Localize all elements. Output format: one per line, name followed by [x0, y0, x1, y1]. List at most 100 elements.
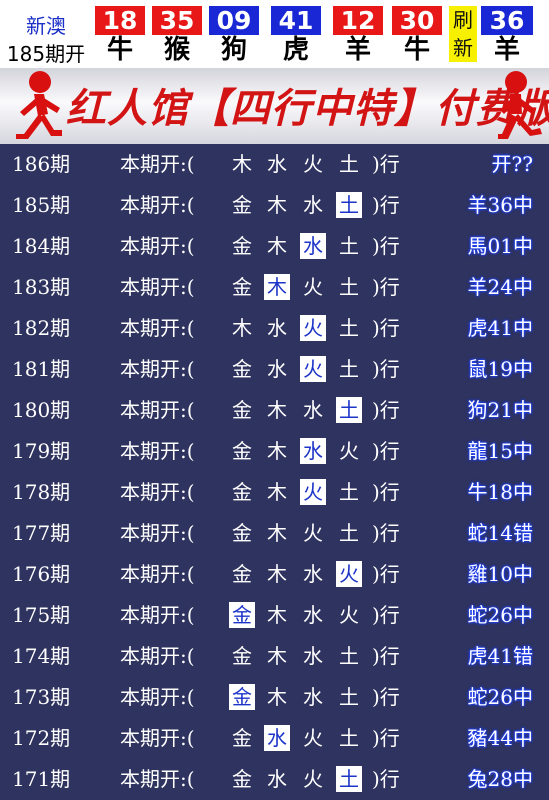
ball-zodiac: 羊 — [493, 35, 520, 65]
open-label: 本期开:( — [120, 562, 195, 586]
open-label: 本期开:( — [120, 685, 195, 709]
result-label: 龍15中 — [467, 439, 533, 463]
close-label: )行 — [372, 193, 400, 217]
table-row: 177期 本期开:(金木火土)行 蛇14错 — [0, 513, 549, 554]
refresh-label-bottom: 新 — [453, 36, 473, 60]
table-row: 171期 本期开:(金水火土)行 兔28中 — [0, 759, 549, 800]
close-label: )行 — [372, 316, 400, 340]
close-label: )行 — [372, 603, 400, 627]
table-row: 178期 本期开:(金木火土)行 牛18中 — [0, 472, 549, 513]
table-row: 181期 本期开:(金水火土)行 鼠19中 — [0, 349, 549, 390]
element-cell: 火 — [303, 521, 323, 545]
result-label: 豬44中 — [467, 726, 533, 750]
table-row: 184期 本期开:(金木水土)行 馬01中 — [0, 226, 549, 267]
element-cell: 金 — [232, 357, 252, 381]
element-cell: 火 — [339, 603, 359, 627]
banner-title: 红人馆【四行中特】付费版 — [66, 86, 549, 132]
close-label: )行 — [372, 439, 400, 463]
result-ball: 41 虎 — [271, 0, 321, 68]
period-label: 176期 — [12, 562, 71, 586]
refresh-button[interactable]: 刷 新 — [449, 6, 477, 62]
running-man-icon — [498, 71, 542, 139]
open-label: 本期开:( — [120, 480, 195, 504]
refresh-label-top: 刷 — [453, 8, 473, 32]
period-label: 185期 — [12, 193, 71, 217]
period-label: 173期 — [12, 685, 71, 709]
result-label: 鼠19中 — [467, 357, 533, 381]
table-row: 182期 本期开:(木水火土)行 虎41中 — [0, 308, 549, 349]
element-cell: 木 — [267, 193, 287, 217]
close-label: )行 — [372, 480, 400, 504]
close-label: )行 — [372, 398, 400, 422]
result-label: 蛇26中 — [467, 603, 533, 627]
element-cell: 金 — [232, 234, 252, 258]
ball-number: 30 — [392, 6, 442, 35]
period-label: 186期 — [12, 152, 71, 176]
element-cell: 木 — [267, 562, 287, 586]
element-cell: 水 — [267, 357, 287, 381]
result-ball: 30 牛 — [392, 0, 442, 68]
element-cell: 土 — [339, 316, 359, 340]
element-cell-hit: 水 — [300, 438, 326, 464]
element-cell: 水 — [267, 316, 287, 340]
table-row: 179期 本期开:(金木水火)行 龍15中 — [0, 431, 549, 472]
ball-number: 09 — [209, 6, 259, 35]
element-cell: 木 — [232, 152, 252, 176]
draw-header: 新澳 185期开 18 牛 35 猴 09 狗 41 虎 12 羊 30 牛 刷… — [0, 0, 549, 68]
open-label: 本期开:( — [120, 767, 195, 791]
element-cell: 土 — [339, 726, 359, 750]
close-label: )行 — [372, 521, 400, 545]
open-label: 本期开:( — [120, 726, 195, 750]
ball-number: 12 — [333, 6, 383, 35]
ball-zodiac: 牛 — [106, 35, 133, 65]
close-label: )行 — [372, 275, 400, 299]
element-cell: 金 — [232, 480, 252, 504]
open-label: 本期开:( — [120, 521, 195, 545]
close-label: )行 — [372, 234, 400, 258]
element-cell: 土 — [339, 521, 359, 545]
open-label: 本期开:( — [120, 603, 195, 627]
element-cell-hit: 火 — [300, 315, 326, 341]
element-cell: 木 — [267, 480, 287, 504]
element-cell: 土 — [339, 685, 359, 709]
period-label: 171期 — [12, 767, 71, 791]
period-label: 181期 — [12, 357, 71, 381]
element-cell: 金 — [232, 398, 252, 422]
element-cell: 水 — [303, 398, 323, 422]
element-cell: 火 — [339, 439, 359, 463]
result-label: 馬01中 — [467, 234, 533, 258]
open-label: 本期开:( — [120, 644, 195, 668]
result-label: 牛18中 — [467, 480, 533, 504]
element-cell-hit: 火 — [336, 561, 362, 587]
element-cell: 土 — [339, 152, 359, 176]
element-cell: 火 — [303, 767, 323, 791]
ball-zodiac: 牛 — [403, 35, 430, 65]
result-label: 狗21中 — [467, 398, 533, 422]
close-label: )行 — [372, 357, 400, 381]
element-cell: 金 — [232, 562, 252, 586]
element-cell: 水 — [303, 603, 323, 627]
element-cell: 木 — [232, 316, 252, 340]
open-label: 本期开:( — [120, 234, 195, 258]
element-cell: 水 — [303, 562, 323, 586]
element-cell: 木 — [267, 685, 287, 709]
element-cell: 火 — [303, 275, 323, 299]
ball-zodiac: 狗 — [220, 35, 247, 65]
result-label: 蛇14错 — [467, 521, 533, 545]
element-cell: 金 — [232, 275, 252, 299]
table-row: 183期 本期开:(金木火土)行 羊24中 — [0, 267, 549, 308]
prediction-table: 186期 本期开:(木水火土)行 开?? 185期 本期开:(金木水土)行 羊36中 184… — [0, 144, 549, 800]
open-label: 本期开:( — [120, 316, 195, 340]
result-ball: 09 狗 — [209, 0, 259, 68]
open-label: 本期开:( — [120, 439, 195, 463]
element-cell-hit: 火 — [300, 356, 326, 382]
table-row: 176期 本期开:(金木水火)行 雞10中 — [0, 554, 549, 595]
period-label: 174期 — [12, 644, 71, 668]
running-man-icon — [16, 71, 62, 139]
element-cell: 水 — [303, 644, 323, 668]
element-cell: 木 — [267, 439, 287, 463]
ball-number: 41 — [271, 6, 321, 35]
element-cell-hit: 金 — [229, 684, 255, 710]
draw-period-label: 185期开 — [6, 42, 86, 66]
result-label: 开?? — [491, 152, 533, 176]
